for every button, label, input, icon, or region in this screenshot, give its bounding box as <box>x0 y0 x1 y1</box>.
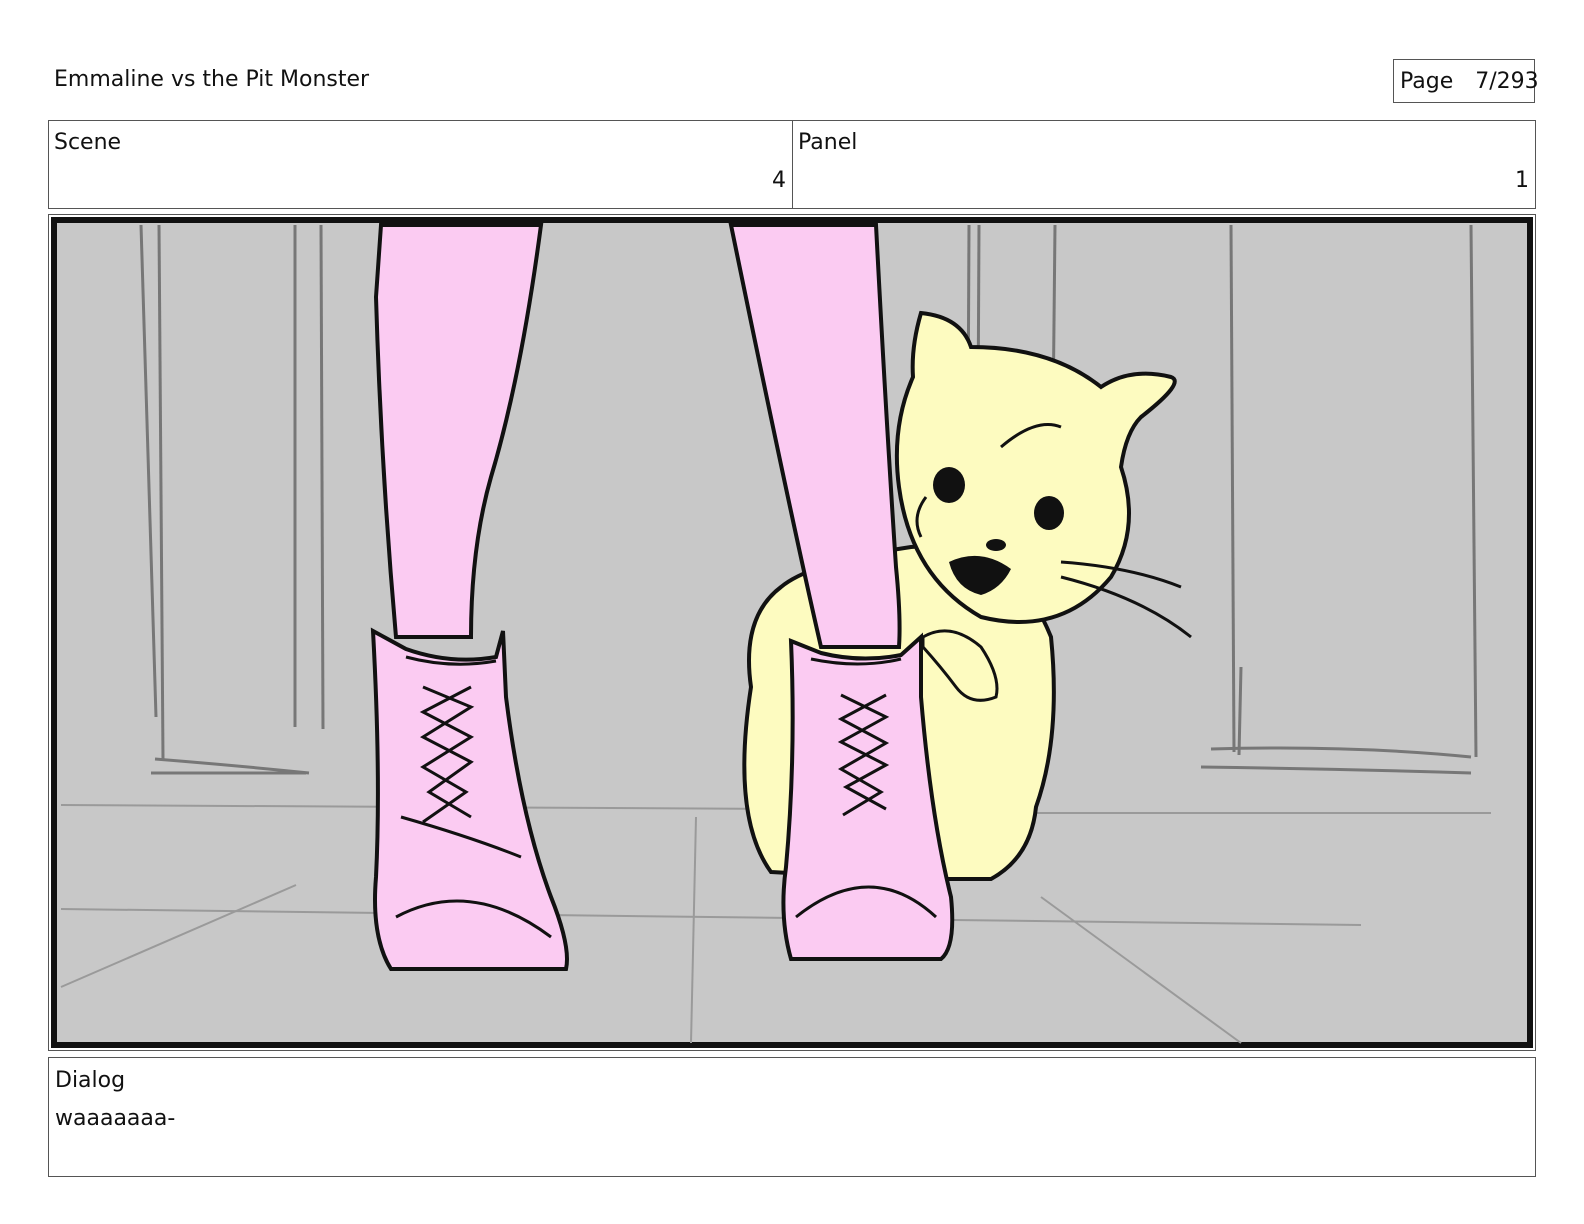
scene-number: 4 <box>772 168 786 193</box>
page-indicator: Page 7/293 <box>1393 59 1539 103</box>
scene-panel-header: Scene 4 Panel 1 <box>48 120 1536 209</box>
scene-cell: Scene 4 <box>49 121 793 208</box>
panel-label: Panel <box>798 130 858 155</box>
page-number: 7/293 <box>1475 68 1539 94</box>
dialog-label: Dialog <box>55 1068 126 1093</box>
panel-number: 1 <box>1515 168 1529 193</box>
panel-illustration <box>51 217 1533 1048</box>
dialog-box: Dialog waaaaaaa- <box>48 1057 1536 1177</box>
dialog-text: waaaaaaa- <box>55 1106 176 1131</box>
panel-cell: Panel 1 <box>793 121 1535 208</box>
storyboard-title: Emmaline vs the Pit Monster <box>54 67 370 92</box>
scene-label: Scene <box>54 130 122 155</box>
page-label: Page <box>1400 68 1454 94</box>
panel-frame <box>48 214 1536 1051</box>
